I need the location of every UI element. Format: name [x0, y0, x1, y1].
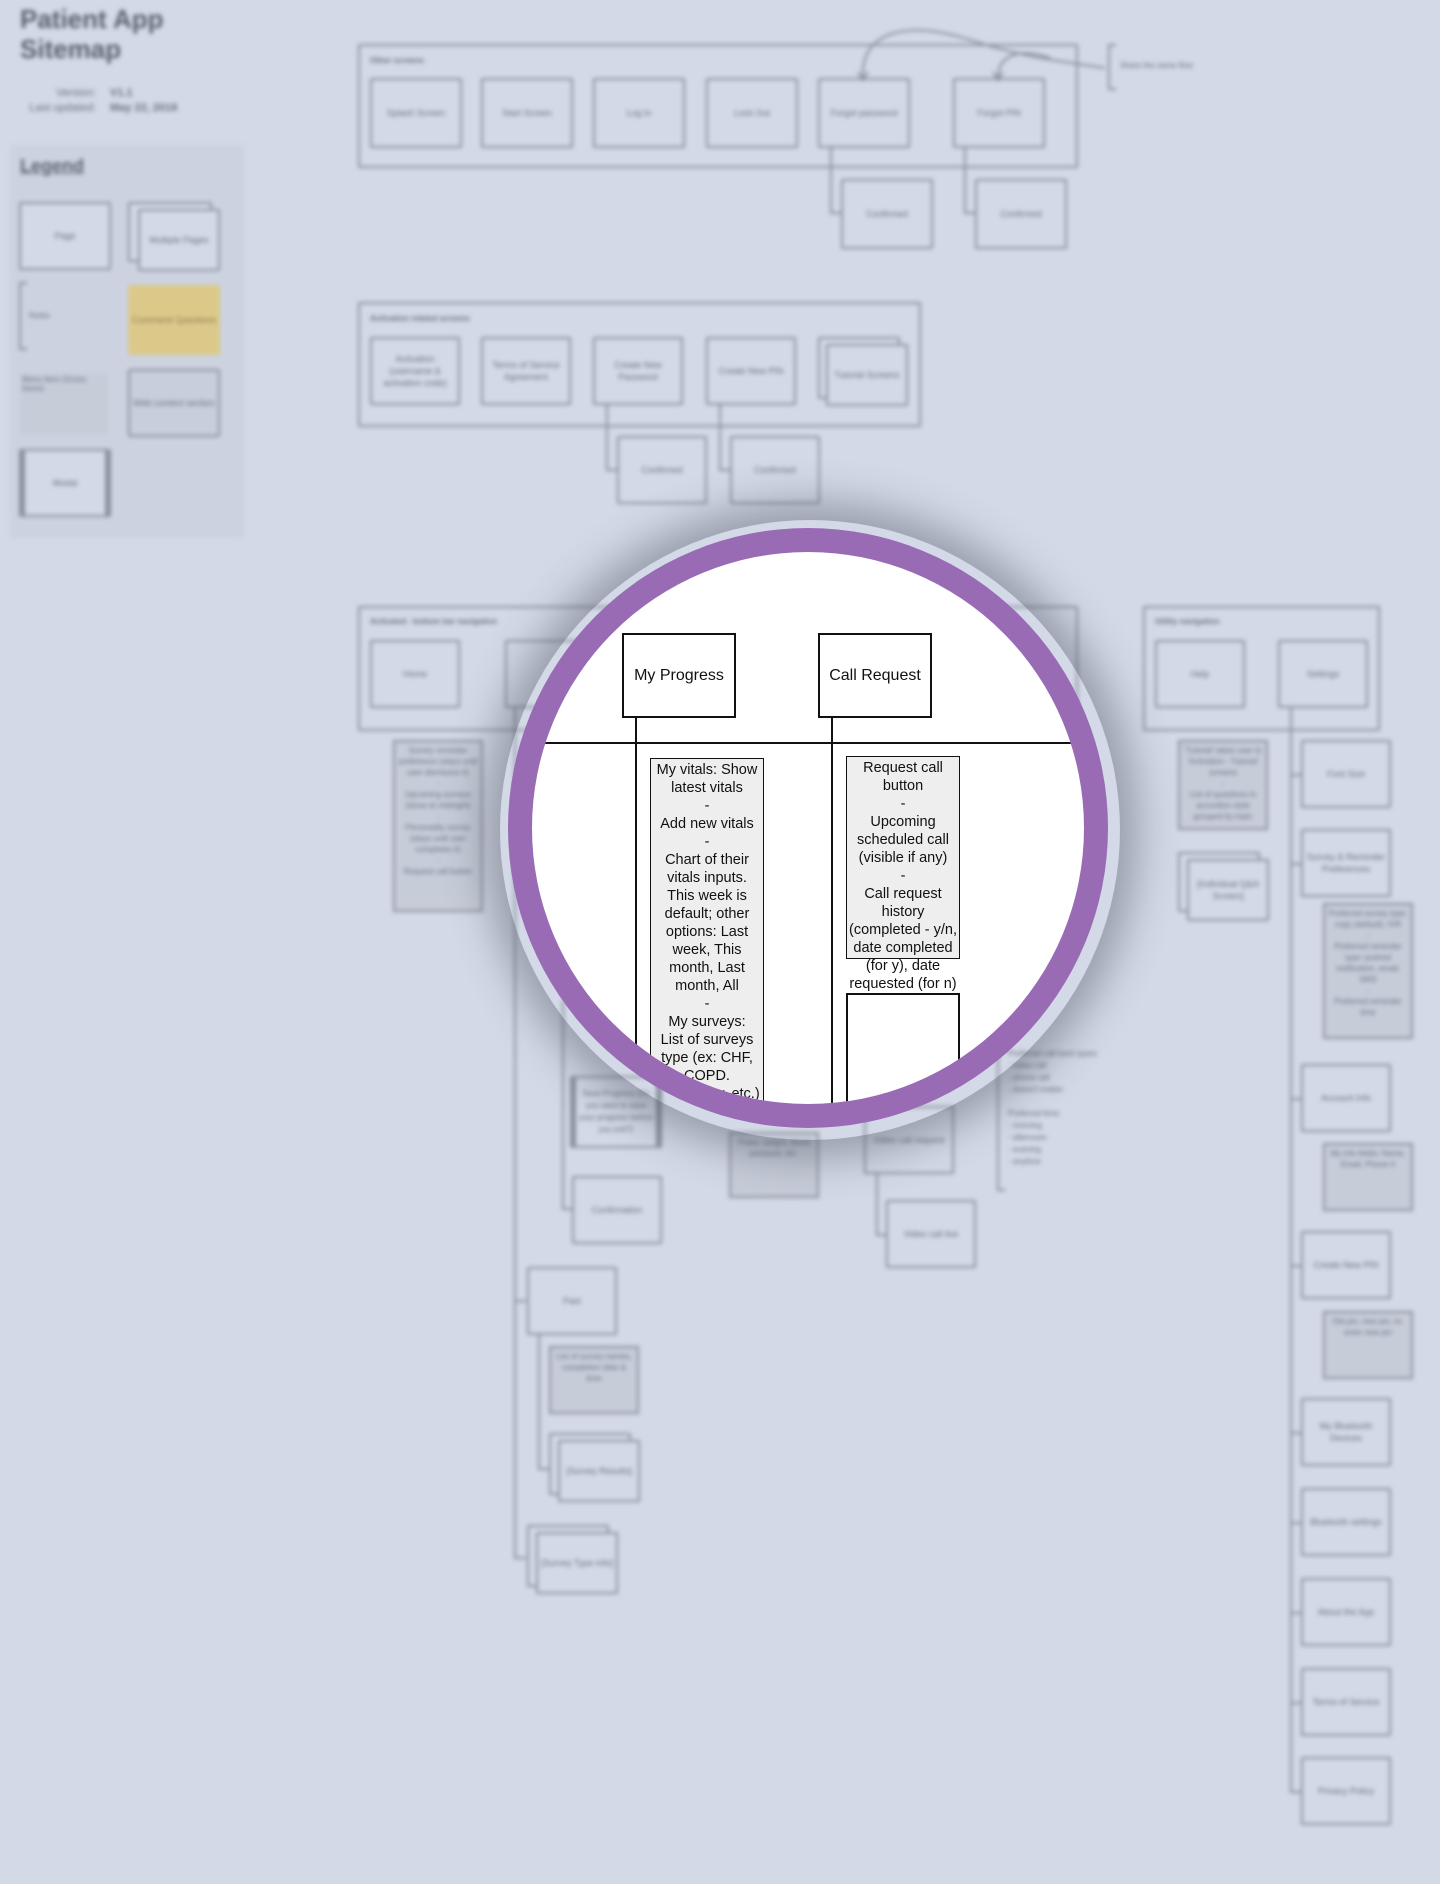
page-about-the-app[interactable]: About the App: [1301, 1578, 1391, 1646]
page-privacy-policy[interactable]: Privacy Policy: [1301, 1757, 1391, 1825]
page-create-new-pin[interactable]: Create New PIN: [706, 337, 796, 405]
group-activation-label: Activation related screens: [370, 314, 470, 323]
page-lock-out[interactable]: Lock Out: [706, 78, 798, 148]
page-create-new-password[interactable]: Create New Password: [593, 337, 683, 405]
legend-menu-item: Menu Item (Gross Items): [20, 373, 108, 435]
page-my-bluetooth-devices[interactable]: My Bluetooth Devices: [1301, 1398, 1391, 1466]
legend-web-content: Web content section: [128, 369, 220, 437]
legend-multiple-pages: Multiple Pages: [138, 209, 220, 271]
page-bluetooth-settings[interactable]: Bluetooth settings: [1301, 1488, 1391, 1556]
call-preference-notes: Preferred call back types: - video call …: [1008, 1049, 1099, 1166]
version-label: Version:: [56, 87, 96, 99]
settings-spine: [1290, 708, 1292, 1791]
connector: [538, 1335, 540, 1470]
page-help[interactable]: Help: [1155, 640, 1245, 708]
page-call-request-child[interactable]: [846, 993, 960, 1104]
past-note: List of survey names, completion date & …: [549, 1346, 639, 1414]
page-create-new-pin[interactable]: Create New PIN: [1301, 1231, 1391, 1299]
group-utility-nav-label: Utility navigation: [1155, 617, 1220, 626]
legend-page: Page: [19, 202, 111, 270]
page-title: Patient App Sitemap: [20, 4, 164, 64]
call-connector: [831, 718, 833, 1104]
my-progress-note: My vitals: Show latest vitals - Add new …: [650, 758, 764, 1104]
shared-flow-arrows: [857, 29, 1106, 82]
pin-note: Old pin, new pin, re-enter new pin: [1323, 1311, 1413, 1379]
account-info-note: My info fields: Name, Email, Phone #: [1323, 1143, 1413, 1211]
page-terms-agreement[interactable]: Terms of Service Agreement: [481, 337, 571, 405]
connector: [964, 148, 966, 213]
call-request-note: Request call button - Upcoming scheduled…: [846, 756, 960, 992]
legend-comment: Comment/ Questions: [128, 285, 220, 355]
page-confirmation[interactable]: Confirmation: [572, 1176, 662, 1244]
connector: [719, 405, 721, 470]
vitals-note: Pulse, weight, blood pressure, etc.: [729, 1132, 819, 1198]
page-confirmed-new-password[interactable]: Confirmed: [617, 436, 707, 504]
page-settings[interactable]: Settings: [1278, 640, 1368, 708]
connector: [876, 1174, 878, 1236]
legend-notes: Notes: [29, 311, 50, 320]
page-activation[interactable]: Activation (username & activation code): [370, 337, 460, 405]
connector: [562, 1000, 564, 1210]
page-log-in[interactable]: Log In: [593, 78, 685, 148]
group-bottom-nav-label: Activated - bottom bar navigation: [370, 617, 498, 626]
updated-label: Last updated:: [29, 102, 96, 114]
home-note: Survey reminder preference (stays until …: [393, 740, 483, 912]
page-video-call-live[interactable]: Video call live: [886, 1200, 976, 1268]
page-survey-type-info[interactable]: [Survey Type info]: [536, 1532, 618, 1594]
page-home[interactable]: Home: [370, 640, 460, 708]
survey-pref-note: Preferred survey type: copy (default), I…: [1323, 903, 1413, 1039]
updated-value: May 22, 2018: [110, 102, 178, 114]
connector: [514, 1557, 526, 1559]
version-value: V1.1: [110, 87, 133, 99]
nav-connector: [532, 742, 1084, 744]
magnifier-view: My Progress Call Request My vitals: Show…: [532, 552, 1084, 1104]
legend-notes-bracket: [19, 282, 27, 350]
connector: [830, 148, 832, 213]
shared-flow-note: Share the same flow: [1120, 61, 1193, 70]
connector: [606, 405, 608, 470]
legend-modal: Modal: [19, 449, 111, 517]
page-account-info[interactable]: Account Info: [1301, 1064, 1391, 1132]
group-other-screens-label: Other screens: [370, 56, 424, 65]
page-individual-qa[interactable]: [Individual Q&A Screen]: [1187, 859, 1269, 921]
page-survey-results[interactable]: [Survey Results]: [558, 1440, 640, 1502]
connector: [514, 1300, 526, 1302]
page-past[interactable]: Past: [527, 1267, 617, 1335]
page-splash-screen[interactable]: Splash Screen: [370, 78, 462, 148]
page-call-request[interactable]: Call Request: [818, 633, 932, 718]
help-note: 'Tutorial' takes user to 'Activation - T…: [1178, 740, 1268, 830]
legend-title: Legend: [20, 156, 85, 176]
page-tutorial-screens[interactable]: Tutorial Screens: [826, 344, 908, 406]
shared-flow-bracket: [1108, 44, 1116, 90]
page-confirmed-pin[interactable]: Confirmed: [975, 179, 1067, 249]
page-confirmed-password[interactable]: Confirmed: [841, 179, 933, 249]
page-font-size[interactable]: Font Size: [1301, 740, 1391, 808]
page-my-progress[interactable]: My Progress: [622, 633, 736, 718]
page-start-screen[interactable]: Start Screen: [481, 78, 573, 148]
page-terms-of-service[interactable]: Terms of Service: [1301, 1668, 1391, 1736]
progress-connector: [635, 718, 637, 1104]
page-survey-reminder-preferences[interactable]: Survey & Reminder Preferences: [1301, 829, 1391, 897]
magnifier-ring: My Progress Call Request My vitals: Show…: [508, 528, 1108, 1128]
page-confirmed-new-pin[interactable]: Confirmed: [730, 436, 820, 504]
